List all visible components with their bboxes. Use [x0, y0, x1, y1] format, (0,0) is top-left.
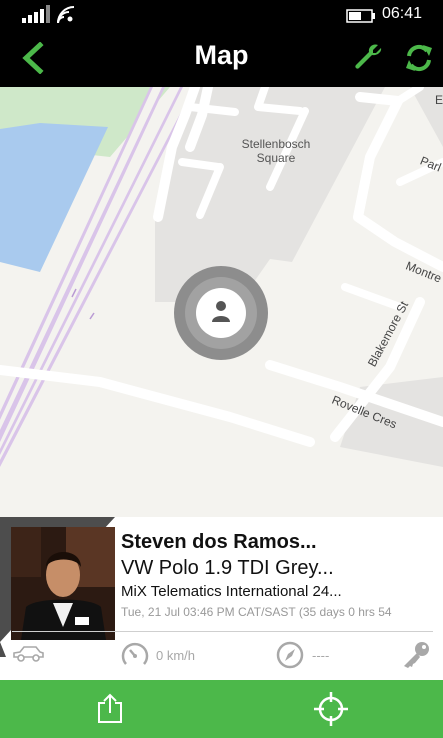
wifi-icon	[57, 6, 75, 23]
share-icon[interactable]	[96, 692, 124, 724]
street-label-edge: E	[435, 93, 443, 107]
compass-icon	[276, 641, 304, 669]
location-marker[interactable]	[174, 266, 268, 360]
avatar	[11, 527, 115, 640]
driver-name: Steven dos Ramos...	[121, 531, 317, 553]
refresh-icon[interactable]	[404, 42, 434, 74]
header: Map	[0, 30, 443, 87]
speed-value: 0 km/h	[156, 648, 196, 663]
key-icon	[404, 642, 429, 668]
vehicle-description: VW Polo 1.9 TDI Grey...	[121, 557, 334, 579]
map-view[interactable]: Stellenbosch Square Blakemore St Rovelle…	[0, 87, 443, 517]
battery-icon	[346, 9, 375, 23]
driver-info-card[interactable]: Steven dos Ramos... VW Polo 1.9 TDI Grey…	[0, 517, 443, 680]
organisation-name: MiX Telematics International 24...	[121, 583, 342, 600]
heading-value: ----	[312, 648, 330, 663]
clock: 06:41	[382, 5, 423, 22]
locate-icon[interactable]	[313, 691, 349, 727]
status-bar: 06:41	[0, 0, 443, 30]
divider	[12, 631, 433, 632]
wrench-icon[interactable]	[352, 42, 384, 74]
signal-icon	[22, 5, 50, 23]
last-update-timestamp: Tue, 21 Jul 03:46 PM CAT/SAST (35 days 0…	[121, 605, 392, 619]
speedometer-icon	[121, 642, 149, 665]
map-canvas[interactable]	[0, 87, 443, 517]
app-bar	[0, 680, 443, 738]
car-icon	[13, 646, 44, 662]
place-label: Stellenbosch Square	[241, 137, 311, 165]
